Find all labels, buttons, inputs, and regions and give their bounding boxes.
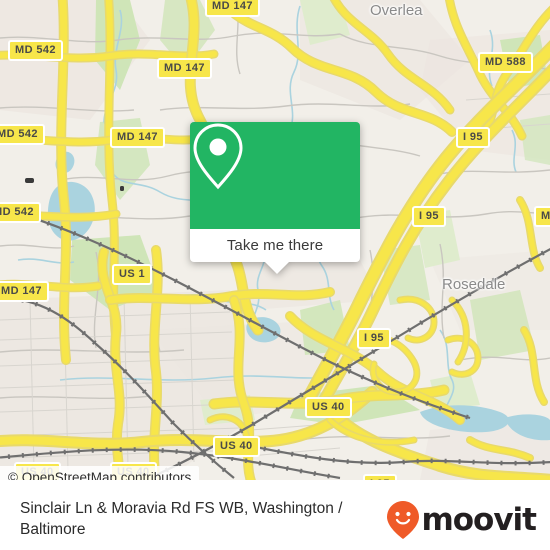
take-me-there-label: Take me there (226, 237, 324, 254)
road-shield: MD 147 (205, 0, 260, 17)
road-shield: MD 588 (478, 52, 533, 73)
road-shield: MD 147 (157, 58, 212, 79)
road-shield: US 40 (213, 436, 260, 457)
place-label: Rosedale (442, 276, 506, 293)
road-shield: MD 542 (0, 124, 45, 145)
place-label: Overlea (370, 2, 423, 19)
moovit-logo[interactable]: moovit (386, 500, 537, 540)
osm-attribution[interactable]: © OpenStreetMap contributors (0, 466, 200, 480)
popup-pointer (265, 262, 289, 274)
road-shield: MD 542 (0, 202, 41, 223)
road-shield: US 1 (112, 264, 153, 285)
popup-header (190, 122, 360, 229)
moovit-pin-icon (387, 501, 420, 539)
road-shield: I 95 (357, 328, 391, 349)
location-pin-icon (193, 123, 243, 190)
road-shield: MD 147 (110, 127, 165, 148)
moovit-wordmark: moovit (421, 501, 537, 538)
road-shield: I 95 (412, 206, 446, 227)
road-shield: MD 147 (0, 281, 49, 302)
moovit-station-map-card: .w{fill:none;stroke:#aad3df;stroke-width… (0, 0, 550, 550)
road-shield: MD 542 (8, 40, 63, 61)
take-me-there-button[interactable]: Take me there (190, 229, 360, 262)
station-title: Sinclair Ln & Moravia Rd FS WB, Washingt… (20, 500, 343, 538)
map-canvas[interactable]: .w{fill:none;stroke:#aad3df;stroke-width… (0, 0, 550, 480)
road-shield: I 95 (456, 127, 490, 148)
road-shield: US 40 (305, 397, 352, 418)
station-popup[interactable]: Take me there (190, 122, 360, 274)
road-shield: MD (534, 206, 550, 227)
